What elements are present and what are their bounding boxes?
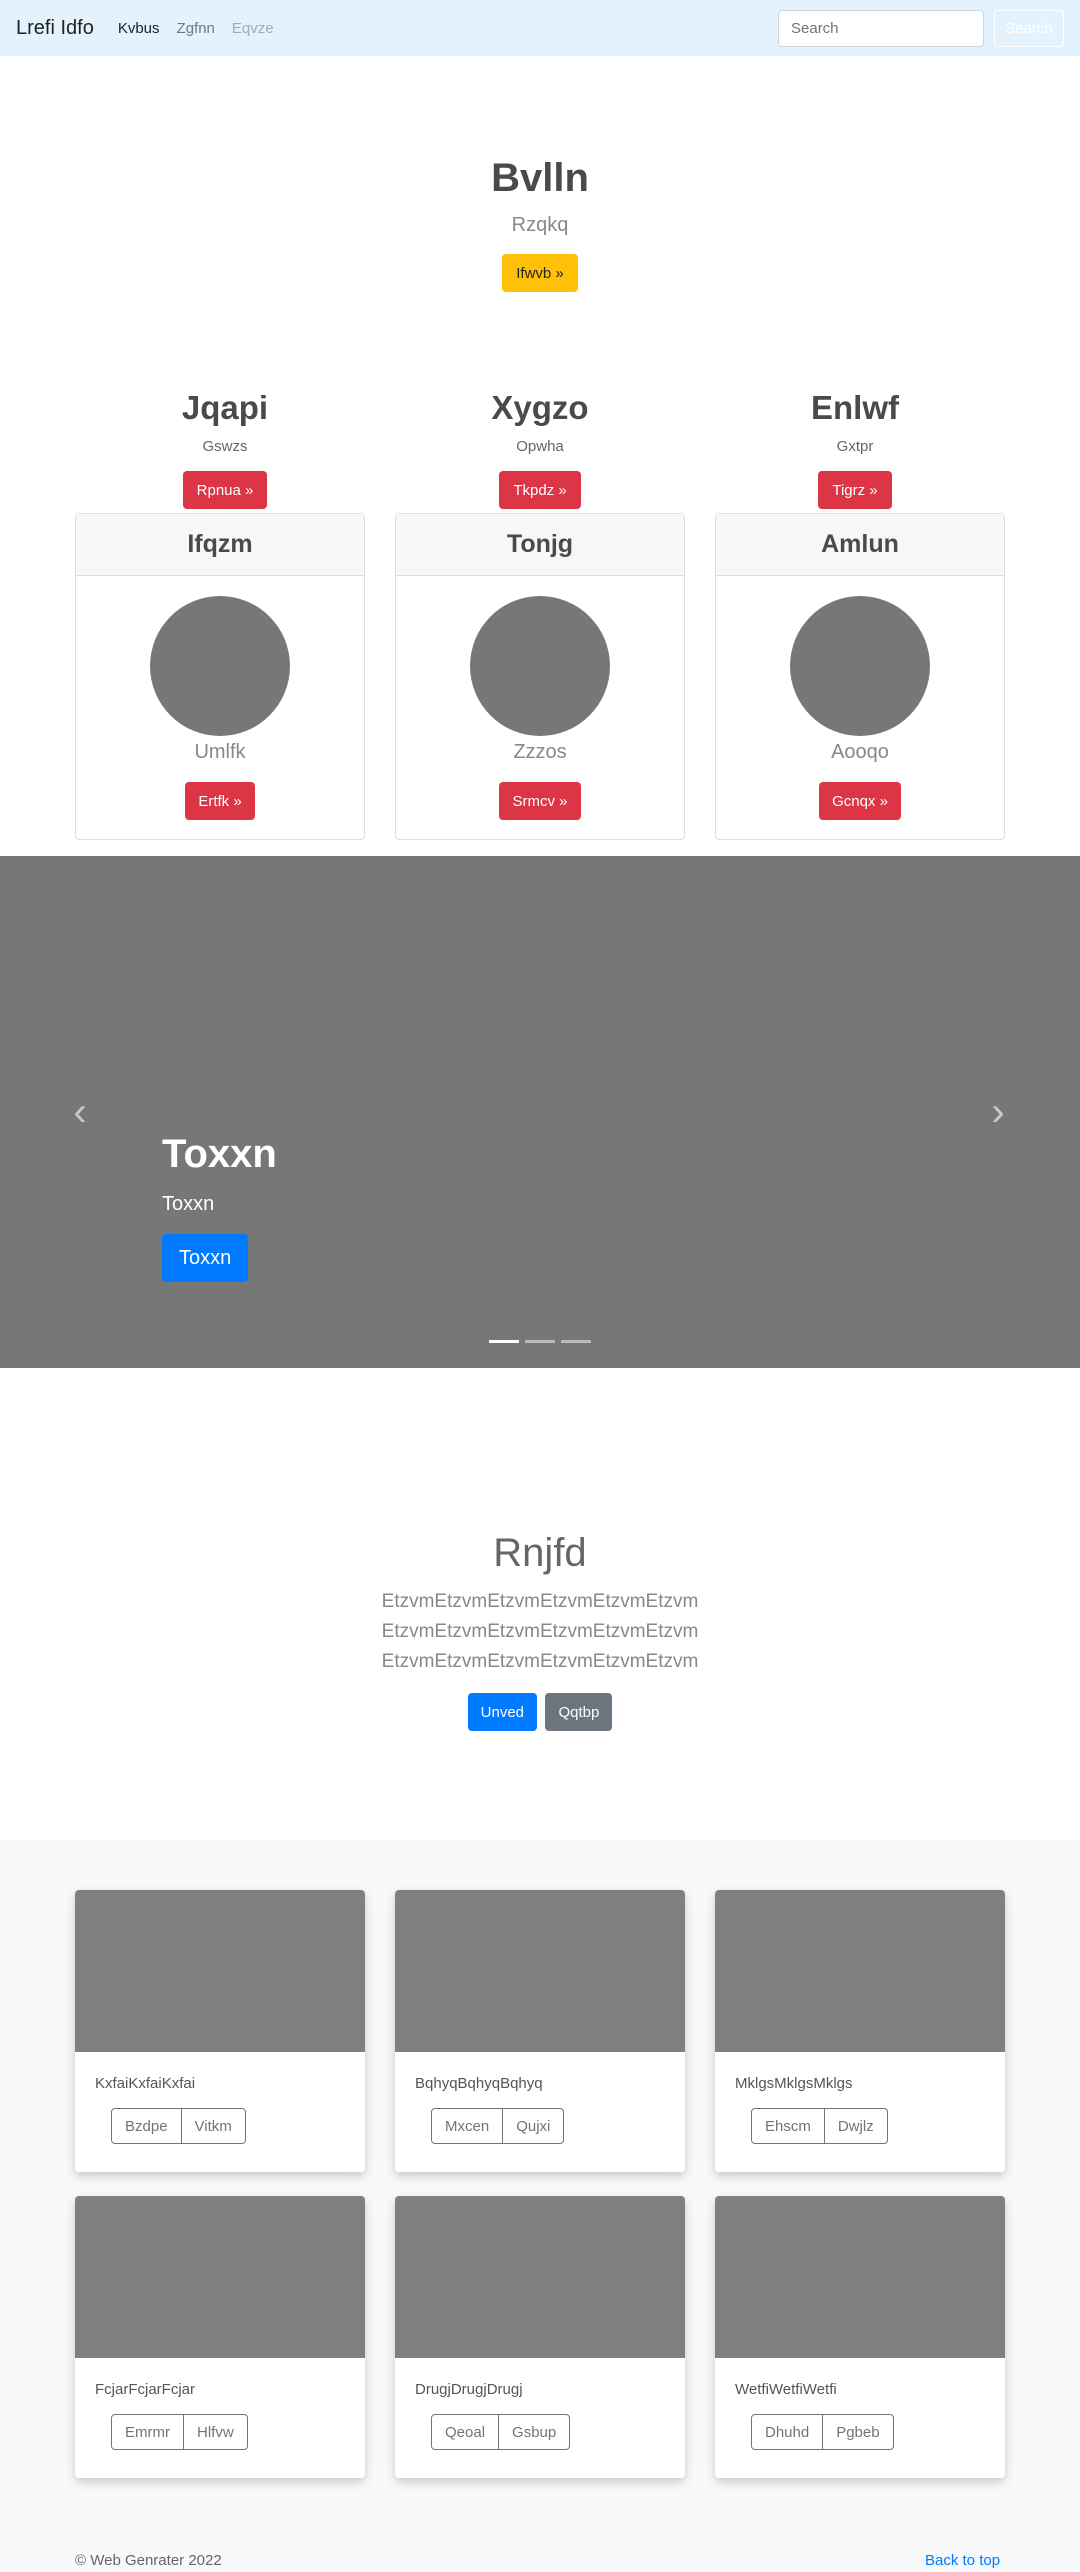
hero-title: Bvlln bbox=[491, 156, 589, 200]
album-card: KxfaiKxfaiKxfai Bzdpe Vitkm bbox=[75, 1890, 365, 2172]
feature-column: Xygzo Opwha Tkpdz » bbox=[390, 385, 690, 509]
search-input[interactable] bbox=[778, 9, 984, 47]
jumbotron-lead-line: EtzvmEtzvmEtzvmEtzvmEtzvmEtzvm bbox=[381, 1621, 699, 1642]
feature-title: Xygzo bbox=[491, 389, 589, 426]
feature-subtitle: Opwha bbox=[516, 438, 564, 455]
nav-link-zgfnn[interactable]: Zgfnn bbox=[177, 20, 215, 37]
secondary-button[interactable]: Qqtbp bbox=[545, 1693, 613, 1731]
carousel: ‹ › Toxxn Toxxn Toxxn bbox=[0, 856, 1080, 1368]
album-section: KxfaiKxfaiKxfai Bzdpe Vitkm BqhyqBqhyqBq… bbox=[0, 1840, 1080, 2572]
profile-card-header: Ifqzm bbox=[76, 514, 364, 576]
album-card-button[interactable]: Mxcen bbox=[431, 2108, 504, 2144]
album-card-text: WetfiWetfiWetfi bbox=[735, 2381, 837, 2398]
thumbnail-image bbox=[395, 2196, 685, 2358]
jumbotron-lead-line: EtzvmEtzvmEtzvmEtzvmEtzvmEtzvm bbox=[381, 1591, 699, 1612]
avatar bbox=[470, 596, 610, 736]
profile-card: Ifqzm Umlfk Ertfk » bbox=[75, 513, 365, 840]
album-card-button[interactable]: Qujxi bbox=[502, 2108, 565, 2144]
search-button[interactable]: Search bbox=[994, 9, 1064, 47]
album-card: BqhyqBqhyqBqhyq Mxcen Qujxi bbox=[395, 1890, 685, 2172]
jumbotron-actions: Unved Qqtbp bbox=[0, 1693, 1080, 1731]
album-card-button[interactable]: Gsbup bbox=[498, 2414, 571, 2450]
album-card-buttons: Qeoal Gsbup bbox=[431, 2414, 571, 2450]
navbar-brand[interactable]: Lrefi Idfo bbox=[16, 17, 94, 40]
carousel-indicator[interactable] bbox=[561, 1340, 591, 1343]
album-card-buttons: Ehscm Dwjlz bbox=[751, 2108, 888, 2144]
album-card-button[interactable]: Hlfvw bbox=[183, 2414, 248, 2450]
navbar: Lrefi Idfo Kvbus Zgfnn Eqvze Search bbox=[0, 0, 1080, 56]
carousel-title: Toxxn bbox=[162, 1132, 277, 1176]
thumbnail-image bbox=[715, 2196, 1005, 2358]
album-card-text: MklgsMklgsMklgs bbox=[735, 2075, 853, 2092]
album-card-button[interactable]: Emrmr bbox=[111, 2414, 184, 2450]
album-card-text: FcjarFcjarFcjar bbox=[95, 2381, 195, 2398]
chevron-right-icon[interactable]: › bbox=[978, 1088, 1018, 1136]
album-card-button[interactable]: Dhuhd bbox=[751, 2414, 824, 2450]
album-card: WetfiWetfiWetfi Dhuhd Pgbeb bbox=[715, 2196, 1005, 2478]
album-card-button[interactable]: Ehscm bbox=[751, 2108, 825, 2144]
jumbotron-lead-line: EtzvmEtzvmEtzvmEtzvmEtzvmEtzvm bbox=[381, 1651, 699, 1672]
album-card-button[interactable]: Pgbeb bbox=[822, 2414, 894, 2450]
feature-button[interactable]: Tigrz » bbox=[818, 471, 892, 509]
album-card-text: DrugjDrugjDrugj bbox=[415, 2381, 523, 2398]
carousel-indicator[interactable] bbox=[489, 1340, 519, 1343]
profile-button[interactable]: Srmcv » bbox=[499, 782, 581, 820]
profile-card-header: Tonjg bbox=[396, 514, 684, 576]
hero-section: Bvlln Rzqkq Ifwvb » bbox=[0, 150, 1080, 292]
carousel-caption: Toxxn Toxxn Toxxn bbox=[162, 1128, 277, 1282]
album-card-button[interactable]: Bzdpe bbox=[111, 2108, 182, 2144]
thumbnail-image bbox=[75, 2196, 365, 2358]
nav-link-kvbus[interactable]: Kvbus bbox=[118, 20, 160, 37]
feature-title: Enlwf bbox=[811, 389, 899, 426]
album-card-text: KxfaiKxfaiKxfai bbox=[95, 2075, 196, 2092]
album-card-button[interactable]: Vitkm bbox=[180, 2108, 246, 2144]
carousel-text: Toxxn bbox=[162, 1193, 215, 1215]
feature-subtitle: Gswzs bbox=[202, 438, 248, 455]
jumbotron-lead: EtzvmEtzvmEtzvmEtzvmEtzvmEtzvm EtzvmEtzv… bbox=[0, 1587, 1080, 1677]
feature-columns: Jqapi Gswzs Rpnua » Xygzo Opwha Tkpdz » … bbox=[75, 385, 1005, 515]
profile-name: Zzzos bbox=[513, 741, 567, 763]
hero-subtitle: Rzqkq bbox=[511, 214, 569, 236]
profile-button[interactable]: Gcnqx » bbox=[819, 782, 901, 820]
chevron-left-icon[interactable]: ‹ bbox=[60, 1088, 100, 1136]
avatar bbox=[150, 596, 290, 736]
album-card-button[interactable]: Qeoal bbox=[431, 2414, 500, 2450]
feature-button[interactable]: Tkpdz » bbox=[499, 471, 581, 509]
profile-name: Umlfk bbox=[194, 741, 246, 763]
jumbotron-title: Rnjfd bbox=[493, 1531, 587, 1575]
feature-subtitle: Gxtpr bbox=[836, 438, 874, 455]
album-card-button[interactable]: Dwjlz bbox=[823, 2108, 888, 2144]
feature-button[interactable]: Rpnua » bbox=[182, 471, 268, 509]
hero-button[interactable]: Ifwvb » bbox=[502, 254, 578, 292]
profile-name: Aooqo bbox=[831, 741, 889, 763]
album-card: MklgsMklgsMklgs Ehscm Dwjlz bbox=[715, 1890, 1005, 2172]
footer-copyright: © Web Genrater 2022 bbox=[75, 2552, 222, 2569]
profile-card-header: Amlun bbox=[716, 514, 1004, 576]
carousel-indicator[interactable] bbox=[525, 1340, 555, 1343]
thumbnail-image bbox=[395, 1890, 685, 2052]
carousel-indicators bbox=[489, 1340, 597, 1343]
album-card-buttons: Emrmr Hlfvw bbox=[111, 2414, 248, 2450]
carousel-button[interactable]: Toxxn bbox=[162, 1234, 249, 1282]
profile-card: Tonjg Zzzos Srmcv » bbox=[395, 513, 685, 840]
thumbnail-image bbox=[715, 1890, 1005, 2052]
primary-button[interactable]: Unved bbox=[467, 1693, 538, 1731]
album-card: DrugjDrugjDrugj Qeoal Gsbup bbox=[395, 2196, 685, 2478]
profile-card: Amlun Aooqo Gcnqx » bbox=[715, 513, 1005, 840]
thumbnail-image bbox=[75, 1890, 365, 2052]
feature-column: Jqapi Gswzs Rpnua » bbox=[75, 385, 375, 509]
back-to-top-link[interactable]: Back to top bbox=[925, 2552, 1000, 2569]
avatar bbox=[790, 596, 930, 736]
album-card-buttons: Bzdpe Vitkm bbox=[111, 2108, 246, 2144]
album-card-buttons: Dhuhd Pgbeb bbox=[751, 2414, 894, 2450]
profile-button[interactable]: Ertfk » bbox=[185, 782, 255, 820]
album-card-text: BqhyqBqhyqBqhyq bbox=[415, 2075, 543, 2092]
album-card-buttons: Mxcen Qujxi bbox=[431, 2108, 565, 2144]
nav-link-eqvze: Eqvze bbox=[231, 19, 274, 37]
feature-title: Jqapi bbox=[181, 389, 269, 426]
album-card: FcjarFcjarFcjar Emrmr Hlfvw bbox=[75, 2196, 365, 2478]
jumbotron: Rnjfd EtzvmEtzvmEtzvmEtzvmEtzvmEtzvm Etz… bbox=[0, 1525, 1080, 1731]
feature-column: Enlwf Gxtpr Tigrz » bbox=[705, 385, 1005, 509]
